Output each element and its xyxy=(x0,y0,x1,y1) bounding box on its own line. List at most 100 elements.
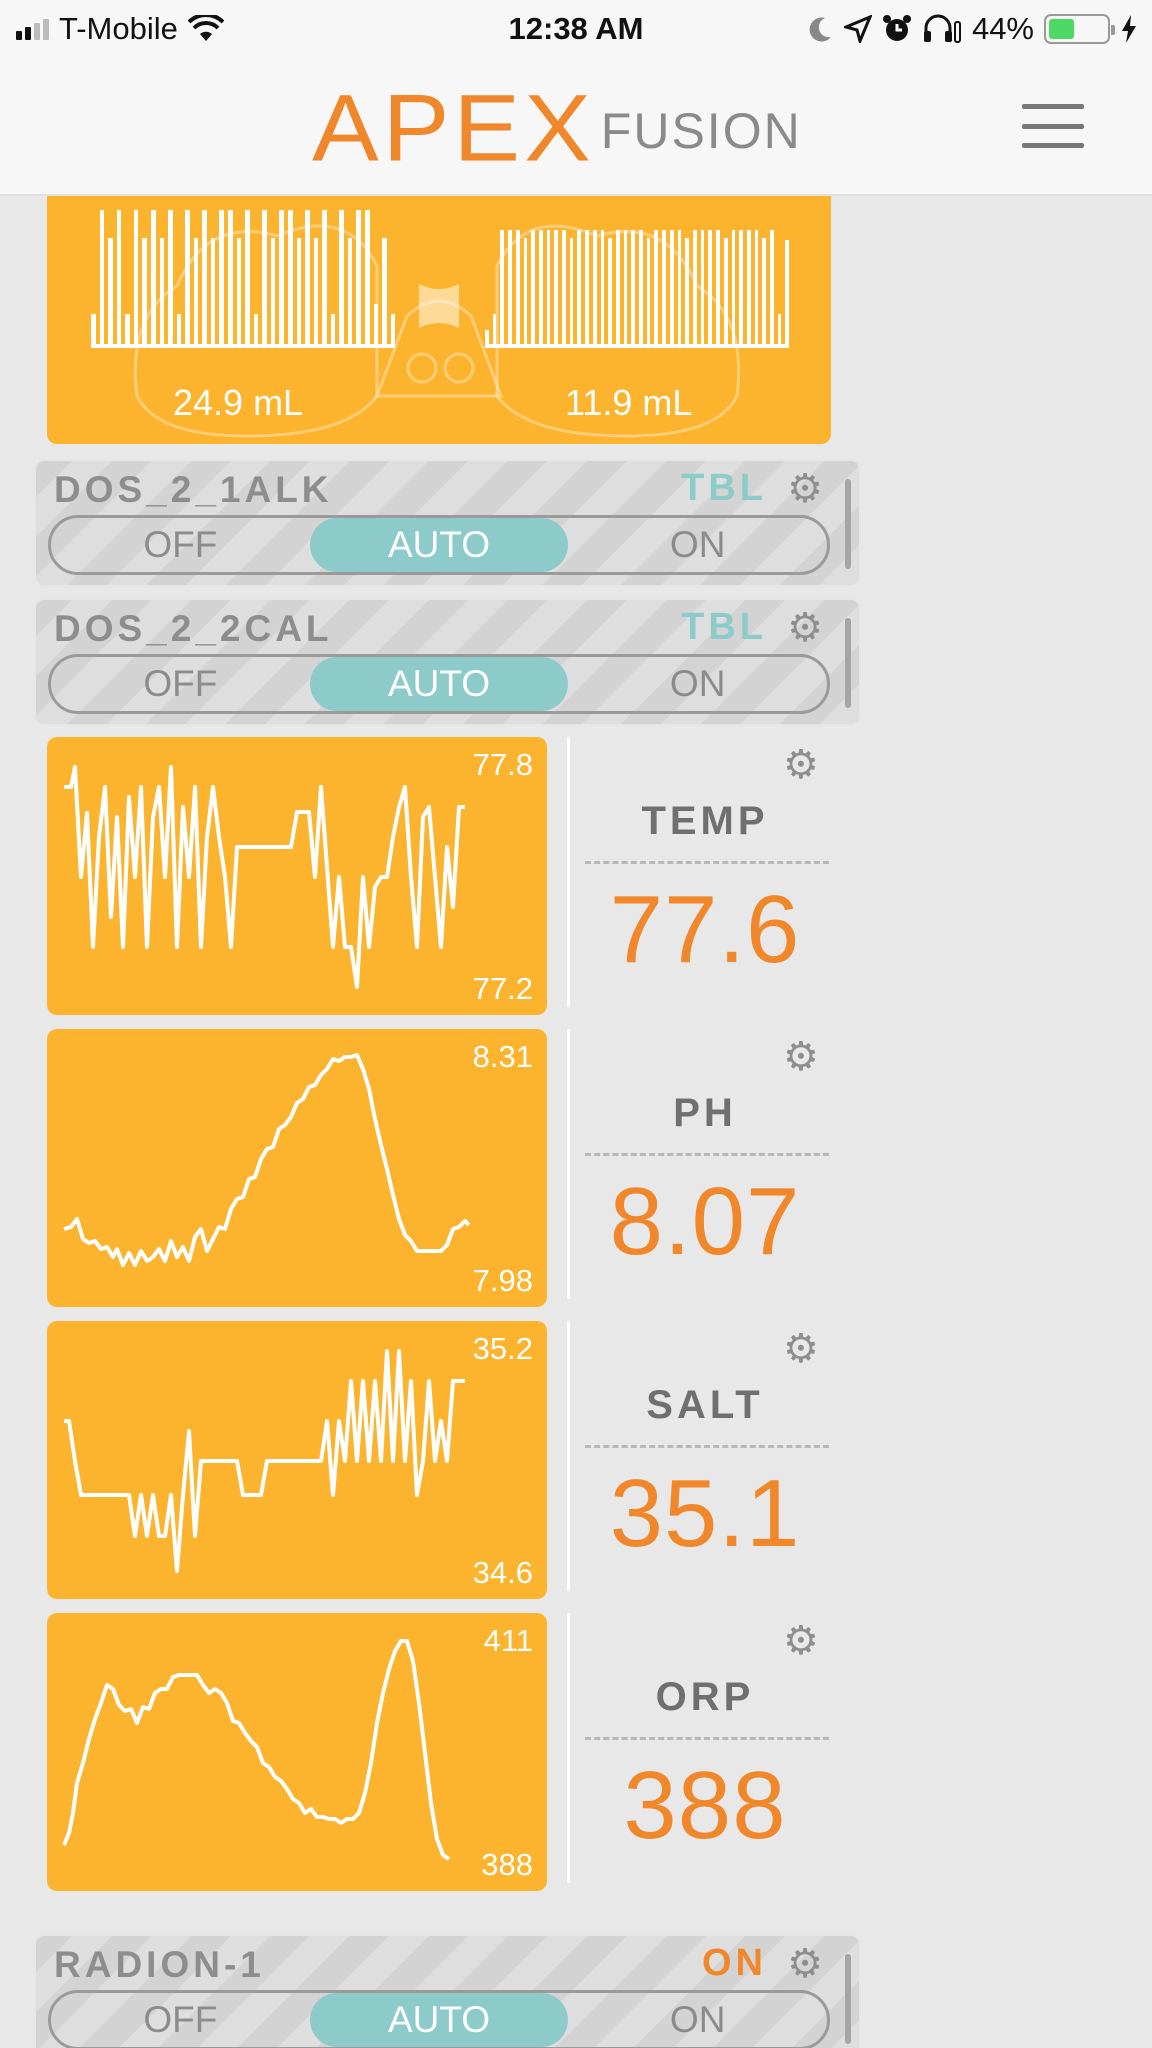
toggle-on[interactable]: ON xyxy=(568,518,827,572)
apex-fusion-logo[interactable]: APEX FUSION xyxy=(312,78,802,178)
probe-name: ORP xyxy=(655,1675,755,1719)
toggle-auto[interactable]: AUTO xyxy=(309,518,569,572)
outlet-dos-2-2cal: DOS_2_2CAL TBL ⚙ OFF AUTO ON xyxy=(34,598,861,726)
battery-icon xyxy=(1044,14,1115,44)
dose-bar xyxy=(176,314,182,344)
graph-max-label: 8.31 xyxy=(472,1039,533,1074)
gear-icon[interactable]: ⚙ xyxy=(787,1944,823,1984)
outlet-drag-handle[interactable] xyxy=(845,618,851,708)
dose-bar xyxy=(219,210,224,344)
probe-name-divider xyxy=(585,1445,829,1448)
dose-bar xyxy=(279,210,284,344)
dose-bar xyxy=(356,210,361,344)
probe-name-divider xyxy=(585,1737,829,1740)
dose-bar xyxy=(554,230,559,344)
status-right: 44% xyxy=(808,0,1138,58)
logo-apex-text: APEX xyxy=(312,74,595,182)
dosing-graph-tile[interactable]: 24.9 mL 11.9 mL xyxy=(47,196,831,444)
toggle-on[interactable]: ON xyxy=(568,1993,827,2047)
dose-bar xyxy=(142,238,147,344)
dose-bar xyxy=(770,230,774,344)
toggle-auto[interactable]: AUTO xyxy=(309,1993,569,2047)
dose-bar xyxy=(485,330,489,344)
probe-ph: 8.31 7.98 ⚙ PH 8.07 xyxy=(47,1029,831,1307)
dose-bar xyxy=(523,238,528,344)
probe-name: SALT xyxy=(646,1383,764,1427)
toggle-off[interactable]: OFF xyxy=(51,657,310,711)
outlet-state: TBL xyxy=(681,467,767,509)
toggle-off[interactable]: OFF xyxy=(51,518,310,572)
outlet-name: DOS_2_1ALK xyxy=(54,469,333,510)
probe-divider xyxy=(567,1613,570,1883)
dose-bar xyxy=(508,230,512,344)
toggle-auto[interactable]: AUTO xyxy=(309,657,569,711)
pump2-dose-bars xyxy=(485,208,790,348)
dose-bar xyxy=(150,210,156,344)
toggle-off[interactable]: OFF xyxy=(51,1993,310,2047)
dose-bar xyxy=(577,230,582,344)
toggle-on[interactable]: ON xyxy=(568,657,827,711)
gear-icon[interactable]: ⚙ xyxy=(783,745,819,785)
dose-bar xyxy=(692,230,697,344)
probe-graph[interactable]: 77.8 77.2 xyxy=(47,737,547,1015)
dose-bar xyxy=(125,314,130,344)
logo-fusion-text: FUSION xyxy=(600,103,802,159)
pump1-dose-bars xyxy=(91,208,396,348)
probe-graph[interactable]: 411 388 xyxy=(47,1613,547,1891)
dose-bar xyxy=(562,230,566,344)
dose-bar xyxy=(159,238,165,344)
outlet-drag-handle[interactable] xyxy=(845,479,851,569)
dose-bar xyxy=(185,210,190,344)
probe-name-divider xyxy=(585,1153,829,1156)
graph-min-label: 388 xyxy=(481,1847,533,1882)
dose-bar xyxy=(305,210,310,344)
dose-bar xyxy=(677,230,682,344)
outlet-name: DOS_2_2CAL xyxy=(54,608,333,649)
dose-bar xyxy=(500,230,505,344)
dose-bar xyxy=(210,238,216,344)
hamburger-icon[interactable] xyxy=(1022,104,1084,148)
outlet-radion-1: RADION-1 ON ⚙ OFF AUTO ON xyxy=(34,1934,861,2048)
dose-bar xyxy=(347,238,353,344)
probe-name: TEMP xyxy=(641,799,769,843)
probe-value: 77.6 xyxy=(609,876,801,983)
outlet-state: ON xyxy=(702,1942,767,1984)
location-icon xyxy=(843,15,872,43)
dose-bar xyxy=(382,238,387,344)
dose-bar xyxy=(296,238,302,344)
gear-icon[interactable]: ⚙ xyxy=(783,1329,819,1369)
probe-orp: 411 388 ⚙ ORP 388 xyxy=(47,1613,831,1891)
dose-bar xyxy=(245,210,250,344)
dose-bar xyxy=(600,230,605,344)
probe-graph[interactable]: 8.31 7.98 xyxy=(47,1029,547,1307)
probe-graph[interactable]: 35.2 34.6 xyxy=(47,1321,547,1599)
dose-bar xyxy=(685,238,689,344)
dose-bar xyxy=(287,210,293,344)
dose-bar xyxy=(270,238,276,344)
graph-min-label: 77.2 xyxy=(472,971,533,1006)
graph-max-label: 35.2 xyxy=(472,1331,533,1366)
gear-icon[interactable]: ⚙ xyxy=(787,469,823,509)
gear-icon[interactable]: ⚙ xyxy=(787,608,823,648)
dose-bar xyxy=(646,238,651,344)
alarm-icon xyxy=(882,15,911,41)
dose-bar xyxy=(168,210,173,344)
dose-bar xyxy=(515,230,520,344)
pump2-dose-amount: 11.9 mL xyxy=(565,382,693,423)
dose-bar xyxy=(262,210,267,344)
app-header: APEX FUSION xyxy=(0,58,1152,196)
graph-max-label: 411 xyxy=(483,1623,533,1658)
dose-bar xyxy=(785,240,790,344)
dose-bar xyxy=(116,210,122,344)
dose-bar xyxy=(669,230,674,344)
orp-trend-line xyxy=(62,1639,451,1861)
gear-icon[interactable]: ⚙ xyxy=(783,1037,819,1077)
dose-bar xyxy=(339,210,344,344)
gear-icon[interactable]: ⚙ xyxy=(783,1621,819,1661)
dose-bar xyxy=(716,230,720,344)
dose-bar xyxy=(592,230,597,344)
outlet-drag-handle[interactable] xyxy=(845,1954,851,2044)
status-bar: T-Mobile 12:38 AM 44% xyxy=(0,0,1152,58)
dose-bar xyxy=(390,314,396,344)
headphones-icon xyxy=(923,14,961,43)
